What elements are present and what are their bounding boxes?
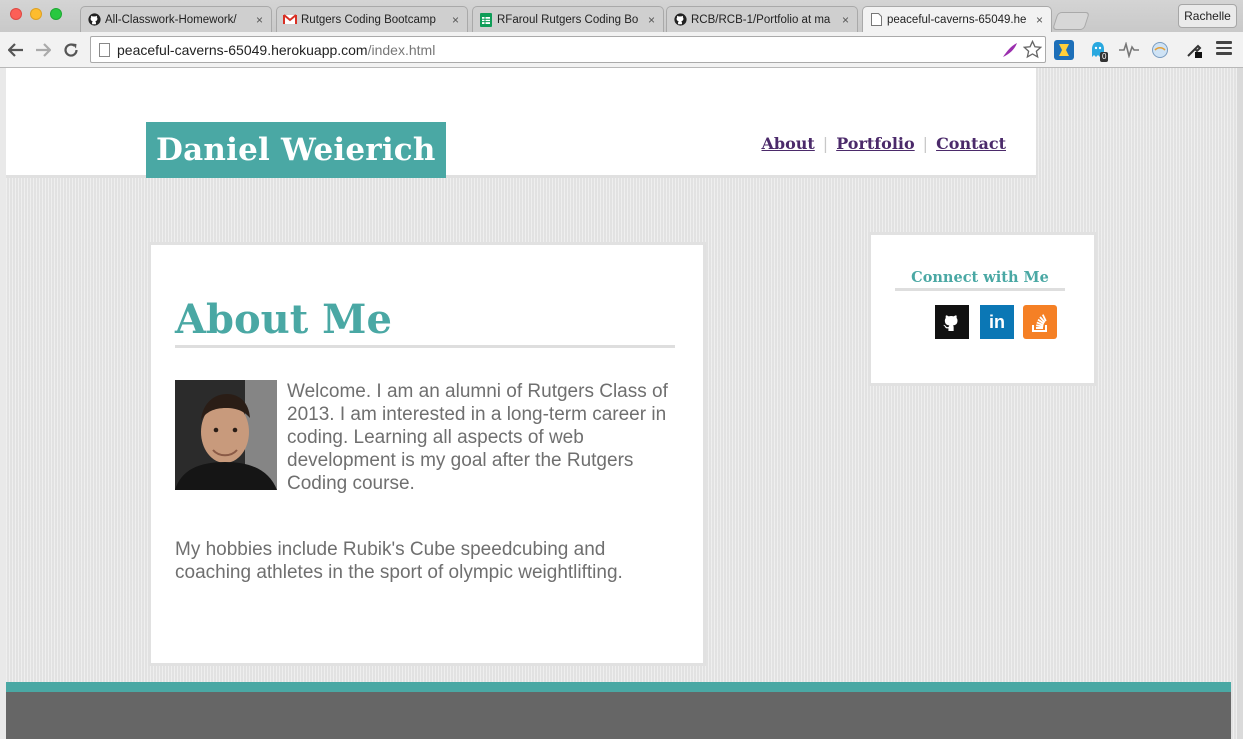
tab-close-icon[interactable]: ×	[842, 13, 849, 27]
forward-icon[interactable]	[33, 40, 53, 60]
close-window-button[interactable]	[10, 8, 22, 20]
new-tab-button[interactable]	[1052, 12, 1090, 30]
browser-tab[interactable]: RFaroul Rutgers Coding Bo ×	[472, 6, 664, 32]
main-nav: About | Portfolio | Contact	[762, 134, 1007, 153]
nav-link-about[interactable]: About	[762, 134, 815, 153]
tab-close-icon[interactable]: ×	[1036, 13, 1043, 27]
eyedropper-icon[interactable]	[1184, 40, 1204, 60]
tab-strip: All-Classwork-Homework/ × Rutgers Coding…	[0, 0, 1243, 32]
feather-icon[interactable]	[1001, 41, 1019, 62]
browser-tab-active[interactable]: peaceful-caverns-65049.he ×	[862, 6, 1052, 32]
site-header: Daniel Weierich About | Portfolio | Cont…	[6, 68, 1036, 178]
github-icon	[87, 13, 101, 27]
footer-accent-bar	[6, 682, 1231, 692]
connect-panel: Connect with Me in	[868, 232, 1097, 386]
tab-close-icon[interactable]: ×	[452, 13, 459, 27]
page-icon	[869, 13, 883, 27]
extension-icon[interactable]	[1054, 40, 1074, 60]
nav-link-contact[interactable]: Contact	[936, 134, 1006, 153]
menu-icon[interactable]	[1216, 41, 1232, 57]
bookmark-star-icon[interactable]	[1022, 39, 1043, 62]
nav-separator: |	[822, 134, 829, 153]
minimize-window-button[interactable]	[30, 8, 42, 20]
github-icon	[673, 13, 687, 27]
url-path: /index.html	[367, 41, 436, 58]
sheets-icon	[479, 12, 493, 27]
linkedin-glyph: in	[989, 311, 1005, 332]
browser-chrome: All-Classwork-Homework/ × Rutgers Coding…	[0, 0, 1243, 68]
pulse-icon[interactable]	[1119, 40, 1139, 60]
github-icon[interactable]	[935, 305, 969, 339]
page-edge	[1237, 68, 1243, 739]
site-footer	[6, 692, 1231, 739]
address-bar[interactable]: peaceful-caverns-65049.herokuapp.com/ind…	[90, 36, 1046, 63]
tab-label: RFaroul Rutgers Coding Bo	[497, 13, 639, 26]
tab-close-icon[interactable]: ×	[256, 13, 263, 27]
about-section: About Me Welcome. I am an alumni of Rutg…	[148, 242, 706, 666]
about-heading: About Me	[175, 297, 675, 348]
intro-paragraph: Welcome. I am an alumni of Rutgers Class…	[287, 381, 668, 494]
page-icon	[99, 43, 110, 57]
globe-extension-icon[interactable]	[1150, 40, 1170, 60]
tab-label: All-Classwork-Homework/	[105, 13, 237, 26]
connect-heading: Connect with Me	[895, 269, 1065, 291]
maximize-window-button[interactable]	[50, 8, 62, 20]
extension-badge: 0	[1100, 52, 1109, 62]
reload-icon[interactable]	[61, 40, 81, 60]
back-icon[interactable]	[6, 40, 26, 60]
url-host: peaceful-caverns-65049.herokuapp.com	[117, 41, 368, 58]
tab-label: peaceful-caverns-65049.he	[887, 13, 1027, 26]
tab-label: RCB/RCB-1/Portfolio at ma	[691, 13, 831, 26]
profile-button[interactable]: Rachelle	[1178, 4, 1237, 28]
page-viewport: Daniel Weierich About | Portfolio | Cont…	[6, 68, 1237, 739]
browser-tab[interactable]: All-Classwork-Homework/ ×	[80, 6, 272, 32]
nav-separator: |	[922, 134, 929, 153]
ghostery-icon[interactable]: 0	[1088, 40, 1109, 62]
linkedin-icon[interactable]: in	[980, 305, 1014, 339]
browser-tab[interactable]: Rutgers Coding Bootcamp ×	[276, 6, 468, 32]
nav-link-portfolio[interactable]: Portfolio	[836, 134, 914, 153]
gmail-icon	[283, 13, 297, 27]
tab-label: Rutgers Coding Bootcamp	[301, 13, 436, 26]
site-brand[interactable]: Daniel Weierich	[146, 122, 446, 178]
stackoverflow-icon[interactable]	[1023, 305, 1057, 339]
hobbies-paragraph: My hobbies include Rubik's Cube speedcub…	[175, 539, 623, 583]
tab-close-icon[interactable]: ×	[648, 13, 655, 27]
profile-photo	[175, 380, 277, 490]
browser-tab[interactable]: RCB/RCB-1/Portfolio at ma ×	[666, 6, 858, 32]
browser-toolbar: peaceful-caverns-65049.herokuapp.com/ind…	[0, 32, 1243, 68]
